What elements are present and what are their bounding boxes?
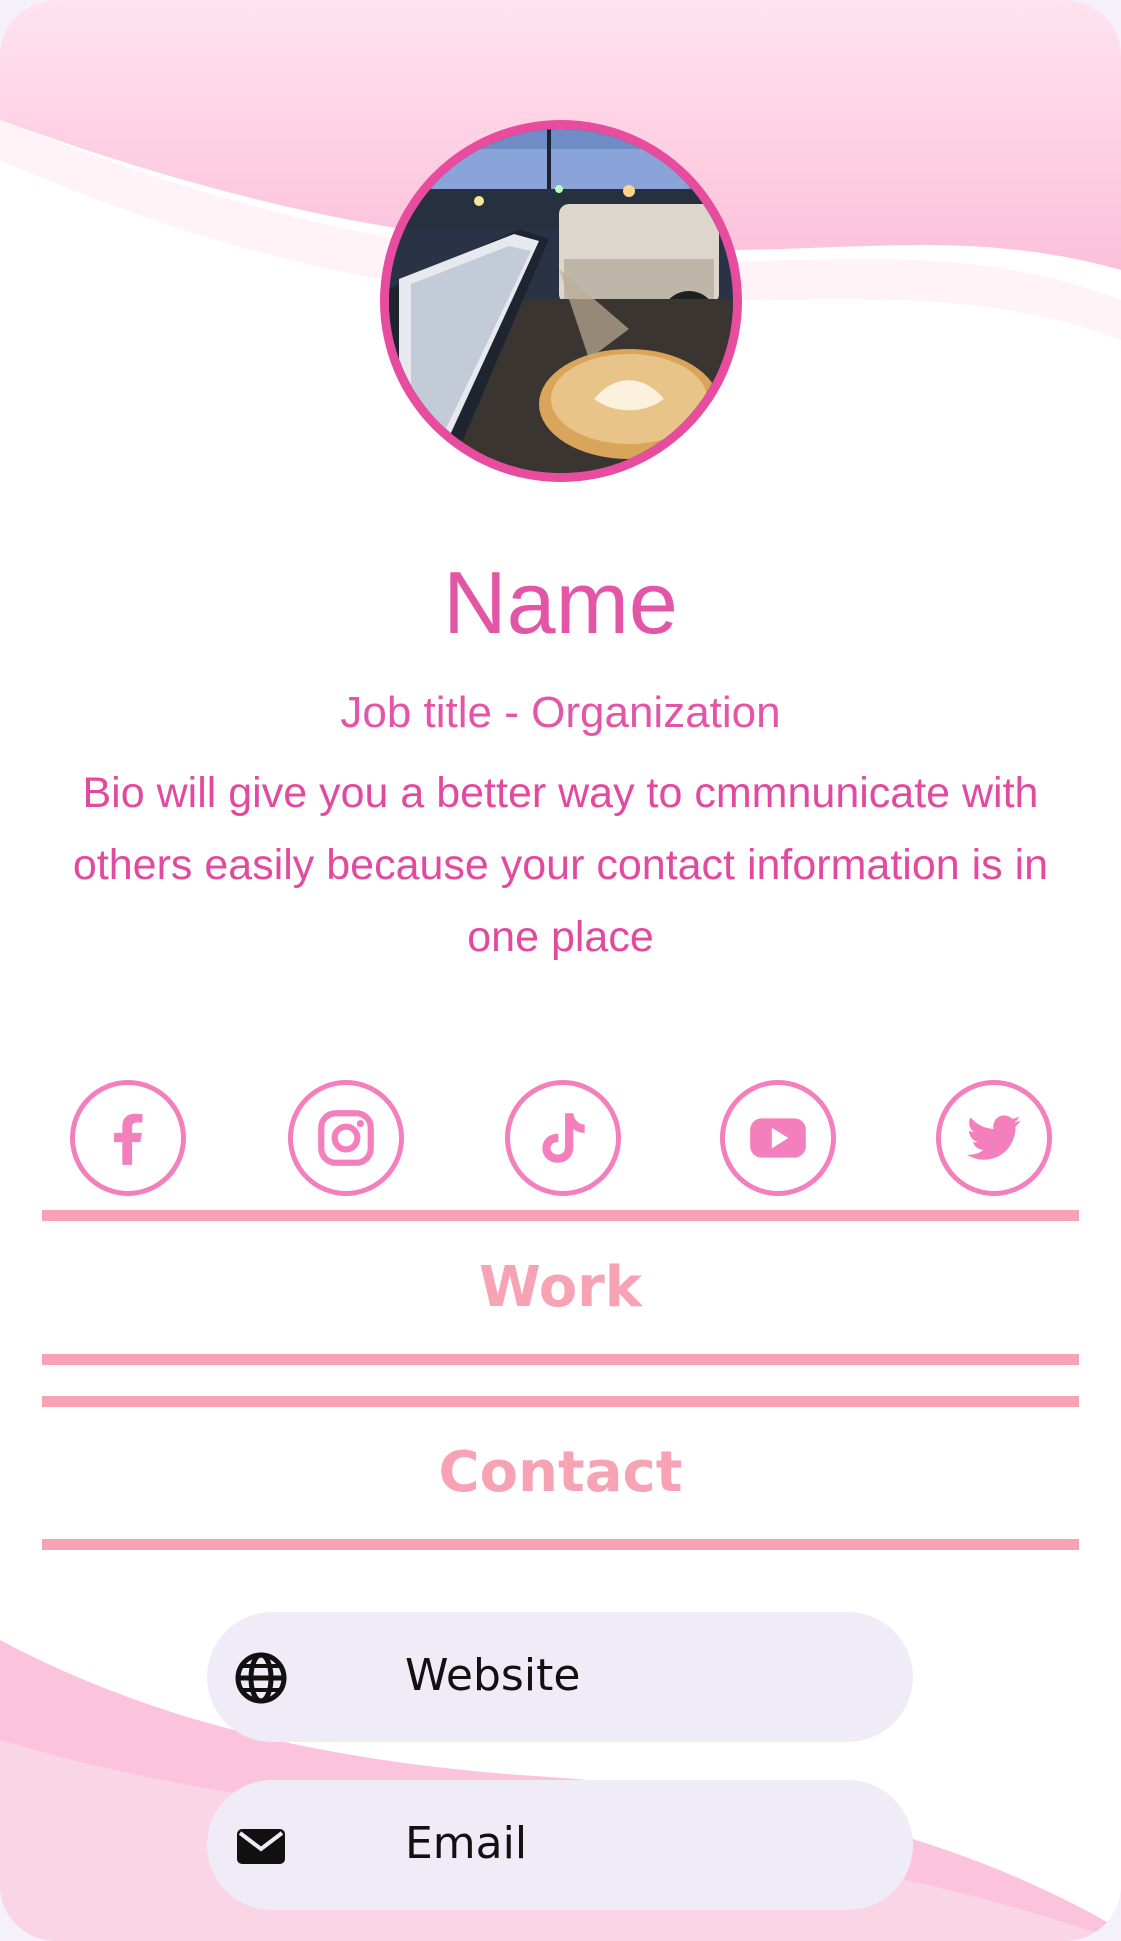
youtube-button[interactable] xyxy=(720,1080,836,1196)
tiktok-button[interactable] xyxy=(505,1080,621,1196)
avatar xyxy=(380,120,742,482)
divider xyxy=(42,1210,1079,1221)
email-label: Email xyxy=(405,1818,528,1869)
website-button[interactable]: Website xyxy=(207,1612,913,1742)
profile-card: Name Job title - Organization Bio will g… xyxy=(0,0,1121,1941)
divider xyxy=(42,1396,1079,1407)
divider xyxy=(42,1354,1079,1365)
job-title: Job title - Organization xyxy=(340,688,781,737)
envelope-icon xyxy=(237,1829,285,1864)
contact-section-button[interactable]: Contact xyxy=(0,1438,1121,1508)
youtube-icon xyxy=(750,1118,806,1158)
instagram-icon xyxy=(318,1110,374,1166)
website-label: Website xyxy=(405,1650,581,1701)
twitter-icon xyxy=(966,1115,1021,1160)
instagram-button[interactable] xyxy=(288,1080,404,1196)
globe-icon xyxy=(235,1652,287,1704)
facebook-icon xyxy=(114,1113,143,1165)
twitter-button[interactable] xyxy=(936,1080,1052,1196)
facebook-button[interactable] xyxy=(70,1080,186,1196)
work-section-button[interactable]: Work xyxy=(0,1253,1121,1323)
profile-name: Name xyxy=(443,553,678,652)
divider xyxy=(42,1539,1079,1550)
tiktok-icon xyxy=(542,1113,585,1163)
profile-photo xyxy=(389,129,733,473)
bio-text: Bio will give you a better way to cmmnun… xyxy=(72,769,1049,961)
email-button[interactable]: Email xyxy=(207,1780,913,1910)
